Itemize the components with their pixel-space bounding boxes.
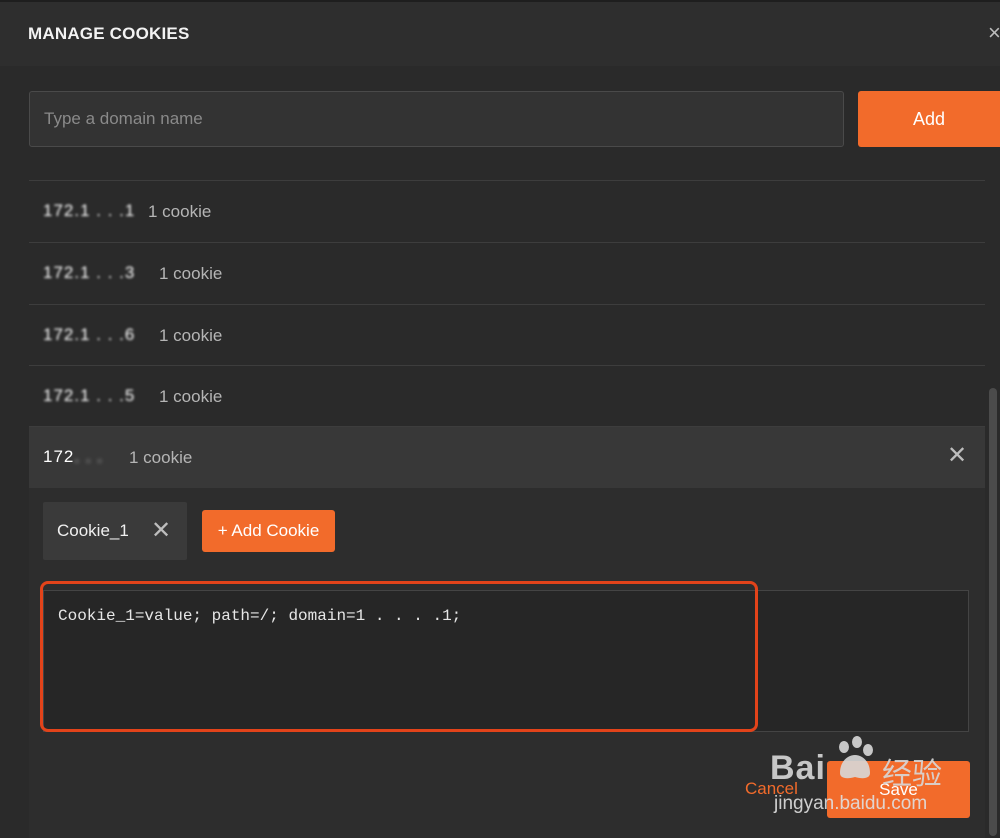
close-modal-icon[interactable]: ×	[988, 22, 1000, 44]
remove-cookie-icon[interactable]: ✕	[151, 516, 171, 545]
cookie-tab[interactable]: Cookie_1 ✕	[43, 502, 187, 560]
domain-name: 172.1 . . .6	[43, 325, 136, 344]
cookie-tab-label: Cookie_1	[57, 521, 129, 540]
cookie-string-editor[interactable]: Cookie_1=value; path=/; domain=1 . . . .…	[43, 590, 969, 732]
cookie-count: 1 cookie	[159, 387, 223, 406]
domain-name: 172.1 . . .1	[43, 201, 136, 220]
domain-input[interactable]	[29, 91, 844, 147]
cookie-count: 1 cookie	[129, 448, 193, 467]
cancel-button[interactable]: Cancel	[745, 779, 798, 799]
domain-list: 172.1 . . .1 1 cookie 172.1 . . .3 1 coo…	[29, 180, 985, 838]
domain-row[interactable]: 172.1 . . .3 1 cookie	[29, 242, 985, 304]
domain-row[interactable]: 172.1 . . .1 1 cookie	[29, 180, 985, 242]
close-domain-icon[interactable]: ✕	[947, 444, 969, 468]
top-strip	[0, 0, 1000, 2]
domain-name: 172. . .	[43, 447, 103, 469]
domain-name: 172.1 . . .5	[43, 386, 136, 405]
domain-name-visible: 172	[43, 447, 75, 466]
add-domain-button[interactable]: Add	[858, 91, 1000, 147]
domain-row[interactable]: 172.1 . . .5 1 cookie	[29, 365, 985, 427]
cookie-count: 1 cookie	[159, 326, 223, 345]
domain-name: 172.1 . . .3	[43, 263, 136, 282]
scrollbar[interactable]	[986, 180, 1000, 838]
domain-row[interactable]: 172.1 . . .6 1 cookie	[29, 304, 985, 366]
cookie-editor-panel: Cookie_1 ✕ + Add Cookie Cookie_1=value; …	[29, 488, 985, 838]
modal-header: MANAGE COOKIES ×	[0, 0, 1000, 66]
domain-row-expanded[interactable]: 172. . . 1 cookie ✕	[29, 426, 985, 488]
add-cookie-button[interactable]: + Add Cookie	[202, 510, 335, 552]
scrollbar-thumb[interactable]	[989, 388, 997, 836]
cookie-count: 1 cookie	[159, 264, 223, 283]
modal-title: MANAGE COOKIES	[28, 24, 190, 43]
save-button[interactable]: Save	[827, 761, 970, 818]
cookie-count: 1 cookie	[148, 202, 212, 221]
domain-name-redacted: . . .	[74, 447, 103, 466]
